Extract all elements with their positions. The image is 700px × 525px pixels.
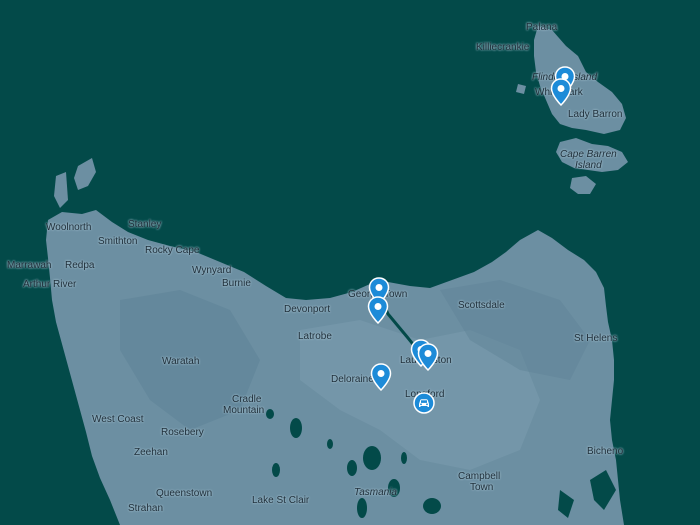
islet-2	[74, 158, 96, 190]
place-label-cradle-2: Mountain	[223, 405, 265, 416]
place-label-tasmania: Tasmania	[354, 487, 397, 498]
place-label-redpa: Redpa	[65, 260, 95, 271]
place-label-lake-st-clair: Lake St Clair	[252, 495, 310, 506]
place-label-stanley: Stanley	[128, 219, 162, 230]
place-label-arthur-river: Arthur River	[23, 279, 77, 290]
lake-10	[401, 452, 407, 464]
place-label-wynyard: Wynyard	[192, 265, 232, 276]
map-view[interactable]: Palana Killiecrankie Flinders Island Whi…	[0, 0, 700, 525]
place-label-scottsdale: Scottsdale	[458, 300, 505, 311]
map-pin-icon[interactable]	[550, 78, 572, 107]
place-label-waratah: Waratah	[162, 356, 200, 367]
place-label-west-coast: West Coast	[92, 414, 144, 425]
lake-8	[357, 498, 367, 518]
place-label-killiecrankie: Killiecrankie	[476, 42, 530, 53]
map-pin-icon[interactable]	[370, 363, 392, 392]
place-label-st-helens: St Helens	[574, 333, 618, 344]
place-label-burnie: Burnie	[222, 278, 251, 289]
islet-1	[516, 84, 526, 94]
lake-3	[347, 460, 357, 476]
place-label-cape-barren-2: Island	[575, 160, 602, 171]
lake-7	[327, 439, 333, 449]
islet-3	[54, 172, 68, 208]
map-pin-icon[interactable]	[417, 343, 439, 372]
place-label-campbell-1: Campbell	[458, 471, 501, 482]
lake-2	[363, 446, 381, 470]
place-label-latrobe: Latrobe	[298, 331, 332, 342]
place-label-strahan: Strahan	[128, 503, 164, 514]
place-label-lady-barron: Lady Barron	[568, 109, 623, 120]
place-label-devonport: Devonport	[284, 304, 331, 315]
map-pin-icon[interactable]	[367, 296, 389, 325]
lake-1	[290, 418, 302, 438]
lake-6	[272, 463, 280, 477]
place-label-bicheno: Bicheno	[587, 446, 624, 457]
place-label-woolnorth: Woolnorth	[46, 222, 92, 233]
lake-9	[266, 409, 274, 419]
place-label-campbell-2: Town	[470, 482, 494, 493]
place-label-deloraine: Deloraine	[331, 374, 374, 385]
car-icon[interactable]	[413, 392, 435, 414]
place-label-cape-barren-1: Cape Barren	[560, 149, 617, 160]
place-label-queenstown: Queenstown	[156, 488, 213, 499]
place-label-palana: Palana	[526, 22, 558, 33]
place-label-rocky-cape: Rocky Cape	[145, 245, 200, 256]
place-label-smithton: Smithton	[98, 236, 138, 247]
lake-5	[423, 498, 441, 514]
place-label-zeehan: Zeehan	[134, 447, 168, 458]
clarke-island-shape	[570, 176, 596, 194]
place-label-marrawah: Marrawah	[7, 260, 52, 271]
place-label-rosebery: Rosebery	[161, 427, 204, 438]
place-label-cradle-1: Cradle	[232, 394, 262, 405]
